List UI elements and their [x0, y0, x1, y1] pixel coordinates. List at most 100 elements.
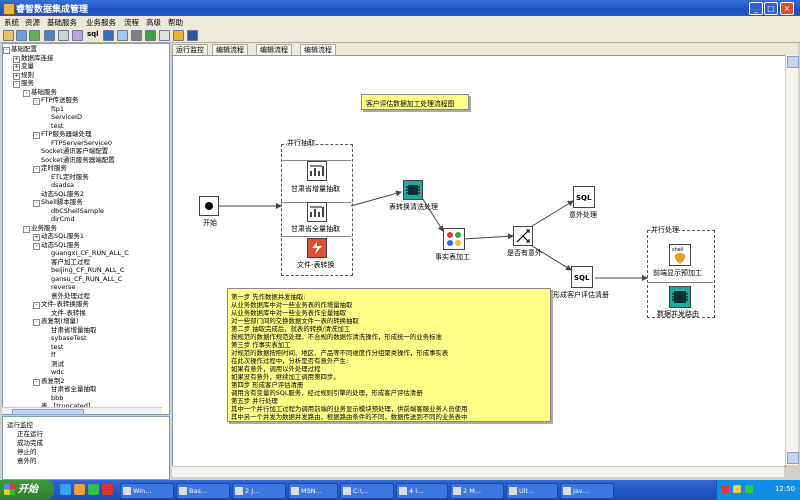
collapse-icon[interactable]: -	[33, 98, 40, 105]
collapse-icon[interactable]: -	[3, 47, 10, 54]
start-node[interactable]	[199, 196, 219, 216]
help-icon[interactable]	[187, 30, 198, 41]
collapse-icon[interactable]: -	[33, 378, 40, 386]
app-icon	[123, 487, 131, 495]
save-icon[interactable]	[16, 30, 27, 41]
tab-edit-process-2[interactable]: 编辑流程	[256, 44, 292, 55]
menu-process[interactable]: 流程	[124, 17, 139, 28]
decision-node[interactable]	[513, 226, 533, 246]
taskbar-item-label: MSN...	[301, 487, 322, 495]
expand-icon[interactable]: +	[13, 55, 20, 63]
open-icon[interactable]	[3, 30, 14, 41]
front-display-node[interactable]: shell	[669, 244, 691, 266]
data-route-node[interactable]	[669, 286, 691, 308]
taskbar-item[interactable]: Win...	[120, 483, 174, 499]
taskbar-item[interactable]: Ult...	[506, 483, 558, 499]
expand-icon[interactable]: +	[13, 64, 20, 71]
gansu-full-node[interactable]	[307, 202, 327, 222]
canvas-vertical-scrollbar[interactable]	[785, 55, 799, 465]
menu-help[interactable]: 帮助	[168, 17, 183, 28]
title-bar: 睿智数据集成管理 _ □ ×	[0, 0, 800, 16]
collapse-icon[interactable]: -	[33, 242, 40, 250]
scroll-down-icon[interactable]	[787, 452, 799, 464]
canvas-horizontal-scrollbar[interactable]	[172, 466, 784, 477]
tree-item-label: FTP服务器端处理	[41, 130, 92, 138]
settings-icon[interactable]	[58, 30, 69, 41]
expand-icon[interactable]: +	[13, 72, 20, 80]
parallel-extract-label: 并行抽取	[287, 138, 315, 148]
process-canvas[interactable]: 客户评估数据加工处理流程图 开始 并行抽取 甘肃省增量抽取 甘肃省全量抽取 文件…	[172, 55, 786, 467]
collapse-icon[interactable]: -	[33, 200, 40, 207]
exception-proc-node[interactable]: SQL	[573, 186, 595, 208]
print-icon[interactable]	[131, 30, 142, 41]
tree-item-label: ServiceID	[51, 113, 82, 121]
tray-icon[interactable]	[721, 485, 729, 493]
collapse-icon[interactable]: -	[33, 302, 40, 309]
taskbar-item[interactable]: 2 M...	[450, 483, 504, 499]
refresh-icon[interactable]	[29, 30, 40, 41]
collapse-icon[interactable]: -	[13, 81, 20, 88]
tray-icon[interactable]	[745, 485, 753, 493]
menu-business-services[interactable]: 业务服务	[86, 17, 116, 28]
app-icon	[235, 487, 243, 495]
media-icon[interactable]	[74, 484, 85, 495]
run-icon[interactable]	[72, 30, 83, 41]
taskbar-item[interactable]: Bas...	[176, 483, 230, 499]
tab-edit-process-3[interactable]: 编辑流程	[300, 44, 336, 55]
view-icon[interactable]	[117, 30, 128, 41]
maximize-button[interactable]: □	[764, 2, 778, 15]
start-button[interactable]: 开始	[0, 480, 54, 500]
resource-tree[interactable]: - 基础配置 + 数据库连接 + 变量 + 规则 - 服务 - 基础服务 - FTP传送服务 ftp1 Ser…	[2, 43, 170, 415]
tray-icon[interactable]	[733, 485, 741, 493]
run-monitor-panel: 运行监控 正在运行 成功完成 停止的 意外的	[2, 416, 170, 480]
tab-run-monitor[interactable]: 运行监控	[172, 44, 208, 55]
ie-icon[interactable]	[60, 484, 71, 495]
file-convert-icon	[312, 242, 322, 254]
collapse-icon[interactable]: -	[23, 225, 30, 233]
quick-launch-icon[interactable]	[102, 484, 113, 495]
customer-eval-node[interactable]: SQL	[571, 266, 593, 288]
export-icon[interactable]	[145, 30, 156, 41]
menu-resources[interactable]: 资源	[25, 17, 40, 28]
stop-icon[interactable]	[159, 30, 170, 41]
collapse-icon[interactable]: -	[33, 166, 40, 173]
fact-proc-node[interactable]	[443, 228, 465, 250]
menu-system[interactable]: 系统	[4, 17, 19, 28]
collapse-icon[interactable]: -	[33, 132, 40, 139]
collapse-icon[interactable]: -	[33, 319, 40, 326]
taskbar-item[interactable]: Jav...	[560, 483, 614, 499]
user-icon[interactable]	[173, 30, 184, 41]
taskbar-item-label: Ult...	[519, 487, 535, 495]
msn-icon[interactable]	[88, 484, 99, 495]
collapse-icon[interactable]: -	[23, 89, 30, 97]
table-icon[interactable]	[103, 30, 114, 41]
taskbar-item[interactable]: 2 J...	[232, 483, 286, 499]
status-exception[interactable]: 意外的	[17, 455, 37, 465]
tree-item-label: 动态SQL服务2	[41, 189, 84, 198]
scrollbar-thumb[interactable]	[12, 409, 84, 415]
tab-edit-process-1[interactable]: 编辑流程	[212, 44, 248, 55]
sql-icon[interactable]: sql	[87, 30, 99, 38]
gansu-incr-node[interactable]	[307, 161, 327, 181]
file-table-node[interactable]	[307, 238, 327, 258]
app-icon	[509, 487, 517, 495]
scroll-up-icon[interactable]	[787, 56, 799, 68]
menu-advanced[interactable]: 高级	[146, 17, 161, 28]
taskbar-item[interactable]: C:\...	[340, 483, 394, 499]
menu-bar: 系统 资源 基础服务 业务服务 流程 高级 帮助	[0, 16, 800, 28]
close-button[interactable]: ×	[780, 2, 794, 15]
menu-base-services[interactable]: 基础服务	[47, 17, 77, 28]
data-route-label: 数据并发路由	[657, 310, 699, 318]
taskbar-item[interactable]: MSN...	[288, 483, 338, 499]
tree-item-label: FTP传送服务	[41, 96, 79, 104]
app-icon	[3, 3, 15, 15]
table-clean-node[interactable]	[403, 180, 423, 200]
tree-horizontal-scrollbar[interactable]	[2, 407, 162, 415]
connect-icon[interactable]	[44, 30, 55, 41]
tree-item-label: Shell脚本服务	[41, 198, 83, 206]
minimize-button[interactable]: _	[749, 2, 763, 15]
gansu-full-label: 甘肃省全量抽取	[291, 225, 340, 233]
expand-icon[interactable]: +	[33, 234, 40, 241]
taskbar-item[interactable]: 4 I...	[396, 483, 448, 499]
front-display-label: 前端显示预加工	[653, 269, 702, 277]
